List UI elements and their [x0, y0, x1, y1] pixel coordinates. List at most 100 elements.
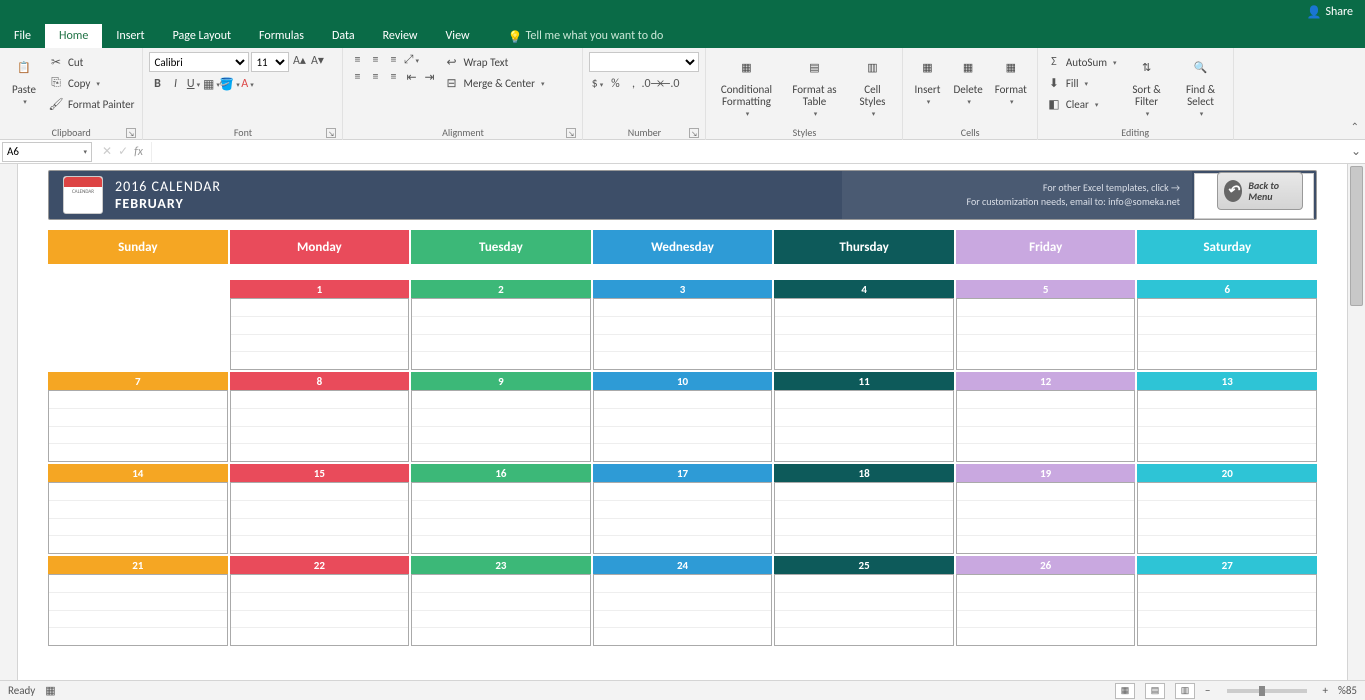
- align-left-button[interactable]: ≡: [349, 69, 365, 85]
- copy-button[interactable]: ⎘Copy▾: [46, 73, 136, 93]
- italic-button[interactable]: I: [167, 76, 183, 92]
- align-bottom-button[interactable]: ≡: [385, 52, 401, 68]
- day-slots[interactable]: [774, 390, 954, 462]
- day-slots[interactable]: [774, 298, 954, 370]
- day-cell[interactable]: 3: [593, 280, 773, 370]
- day-cell[interactable]: 18: [774, 464, 954, 554]
- day-slots[interactable]: [774, 482, 954, 554]
- tab-insert[interactable]: Insert: [102, 24, 158, 48]
- indent-increase-button[interactable]: ⇥: [421, 69, 437, 85]
- bold-button[interactable]: B: [149, 76, 165, 92]
- tab-data[interactable]: Data: [318, 24, 369, 48]
- day-slots[interactable]: [230, 482, 410, 554]
- zoom-out-button[interactable]: −: [1205, 684, 1210, 697]
- zoom-slider[interactable]: [1227, 689, 1307, 693]
- format-cells-button[interactable]: ▦Format▾: [991, 52, 1031, 108]
- align-center-button[interactable]: ≡: [367, 69, 383, 85]
- day-slots[interactable]: [230, 298, 410, 370]
- day-cell[interactable]: 7: [48, 372, 228, 462]
- tab-review[interactable]: Review: [369, 24, 432, 48]
- day-cell[interactable]: 11: [774, 372, 954, 462]
- day-slots[interactable]: [1137, 482, 1317, 554]
- cancel-formula-icon[interactable]: ✕: [102, 144, 112, 159]
- day-cell[interactable]: 25: [774, 556, 954, 646]
- day-slots[interactable]: [48, 482, 228, 554]
- day-cell[interactable]: 6: [1137, 280, 1317, 370]
- format-painter-button[interactable]: 🖌Format Painter: [46, 94, 136, 114]
- day-slots[interactable]: [1137, 574, 1317, 646]
- font-launcher[interactable]: ↘: [326, 128, 336, 138]
- wrap-text-button[interactable]: ↩Wrap Text: [441, 52, 546, 72]
- day-slots[interactable]: [956, 574, 1136, 646]
- day-slots[interactable]: [956, 390, 1136, 462]
- day-cell[interactable]: 15: [230, 464, 410, 554]
- day-cell[interactable]: 21: [48, 556, 228, 646]
- align-right-button[interactable]: ≡: [385, 69, 401, 85]
- underline-button[interactable]: U▾: [185, 76, 201, 92]
- row-header-gutter[interactable]: [0, 164, 18, 680]
- align-middle-button[interactable]: ≡: [367, 52, 383, 68]
- percent-button[interactable]: %: [607, 76, 623, 92]
- day-cell[interactable]: 17: [593, 464, 773, 554]
- font-name-select[interactable]: Calibri: [149, 52, 249, 72]
- scrollbar-thumb[interactable]: [1350, 166, 1363, 306]
- day-slots[interactable]: [411, 298, 591, 370]
- cell-styles-button[interactable]: ▥Cell Styles▾: [848, 52, 896, 120]
- day-cell[interactable]: 1: [230, 280, 410, 370]
- font-color-button[interactable]: A▾: [239, 76, 255, 92]
- insert-cells-button[interactable]: ▦Insert▾: [909, 52, 945, 108]
- page-layout-view-button[interactable]: ▤: [1145, 683, 1165, 699]
- day-slots[interactable]: [774, 574, 954, 646]
- format-as-table-button[interactable]: ▤Format as Table▾: [784, 52, 844, 120]
- increase-font-icon[interactable]: A▴: [291, 52, 307, 68]
- tab-view[interactable]: View: [432, 24, 484, 48]
- tab-page-layout[interactable]: Page Layout: [159, 24, 245, 48]
- macro-record-icon[interactable]: ▦: [45, 684, 55, 697]
- day-cell[interactable]: 8: [230, 372, 410, 462]
- sort-filter-button[interactable]: ⇅Sort & Filter▾: [1123, 52, 1171, 120]
- orientation-button[interactable]: ⤢▾: [403, 52, 419, 68]
- day-cell[interactable]: 20: [1137, 464, 1317, 554]
- fill-button[interactable]: ⬇Fill▾: [1044, 73, 1119, 93]
- day-slots[interactable]: [593, 390, 773, 462]
- day-cell[interactable]: 13: [1137, 372, 1317, 462]
- page-break-view-button[interactable]: ▥: [1175, 683, 1195, 699]
- day-cell[interactable]: 4: [774, 280, 954, 370]
- fill-color-button[interactable]: 🪣▾: [221, 76, 237, 92]
- day-cell[interactable]: 27: [1137, 556, 1317, 646]
- day-slots[interactable]: [956, 298, 1136, 370]
- share-button[interactable]: 👤 Share: [1306, 5, 1353, 20]
- zoom-level[interactable]: %85: [1338, 684, 1357, 697]
- clear-button[interactable]: ◧Clear▾: [1044, 94, 1119, 114]
- increase-decimal-button[interactable]: .0→: [643, 76, 659, 92]
- zoom-knob[interactable]: [1259, 686, 1265, 696]
- cut-button[interactable]: ✂Cut: [46, 52, 136, 72]
- tab-formulas[interactable]: Formulas: [245, 24, 318, 48]
- day-cell[interactable]: 16: [411, 464, 591, 554]
- day-slots[interactable]: [230, 574, 410, 646]
- day-slots[interactable]: [48, 390, 228, 462]
- day-cell[interactable]: 14: [48, 464, 228, 554]
- autosum-button[interactable]: ΣAutoSum▾: [1044, 52, 1119, 72]
- day-cell[interactable]: 22: [230, 556, 410, 646]
- day-slots[interactable]: [411, 574, 591, 646]
- fx-icon[interactable]: fx: [134, 145, 143, 159]
- day-slots[interactable]: [411, 482, 591, 554]
- conditional-formatting-button[interactable]: ▦Conditional Formatting▾: [712, 52, 780, 120]
- find-select-button[interactable]: 🔍Find & Select▾: [1175, 52, 1227, 120]
- tab-home[interactable]: Home: [45, 24, 102, 48]
- name-box[interactable]: A6▾: [2, 142, 92, 162]
- decrease-decimal-button[interactable]: ←.0: [661, 76, 677, 92]
- day-slots[interactable]: [230, 390, 410, 462]
- font-size-select[interactable]: 11: [251, 52, 289, 72]
- tab-file[interactable]: File: [0, 24, 45, 48]
- back-to-menu-button[interactable]: ↶ Back to Menu: [1217, 172, 1303, 210]
- vertical-scrollbar[interactable]: [1347, 164, 1365, 680]
- day-slots[interactable]: [956, 482, 1136, 554]
- border-button[interactable]: ▦▾: [203, 76, 219, 92]
- day-cell[interactable]: 5: [956, 280, 1136, 370]
- number-format-select[interactable]: [589, 52, 699, 72]
- day-slots[interactable]: [411, 390, 591, 462]
- decrease-font-icon[interactable]: A▾: [309, 52, 325, 68]
- accounting-format-button[interactable]: $▾: [589, 76, 605, 92]
